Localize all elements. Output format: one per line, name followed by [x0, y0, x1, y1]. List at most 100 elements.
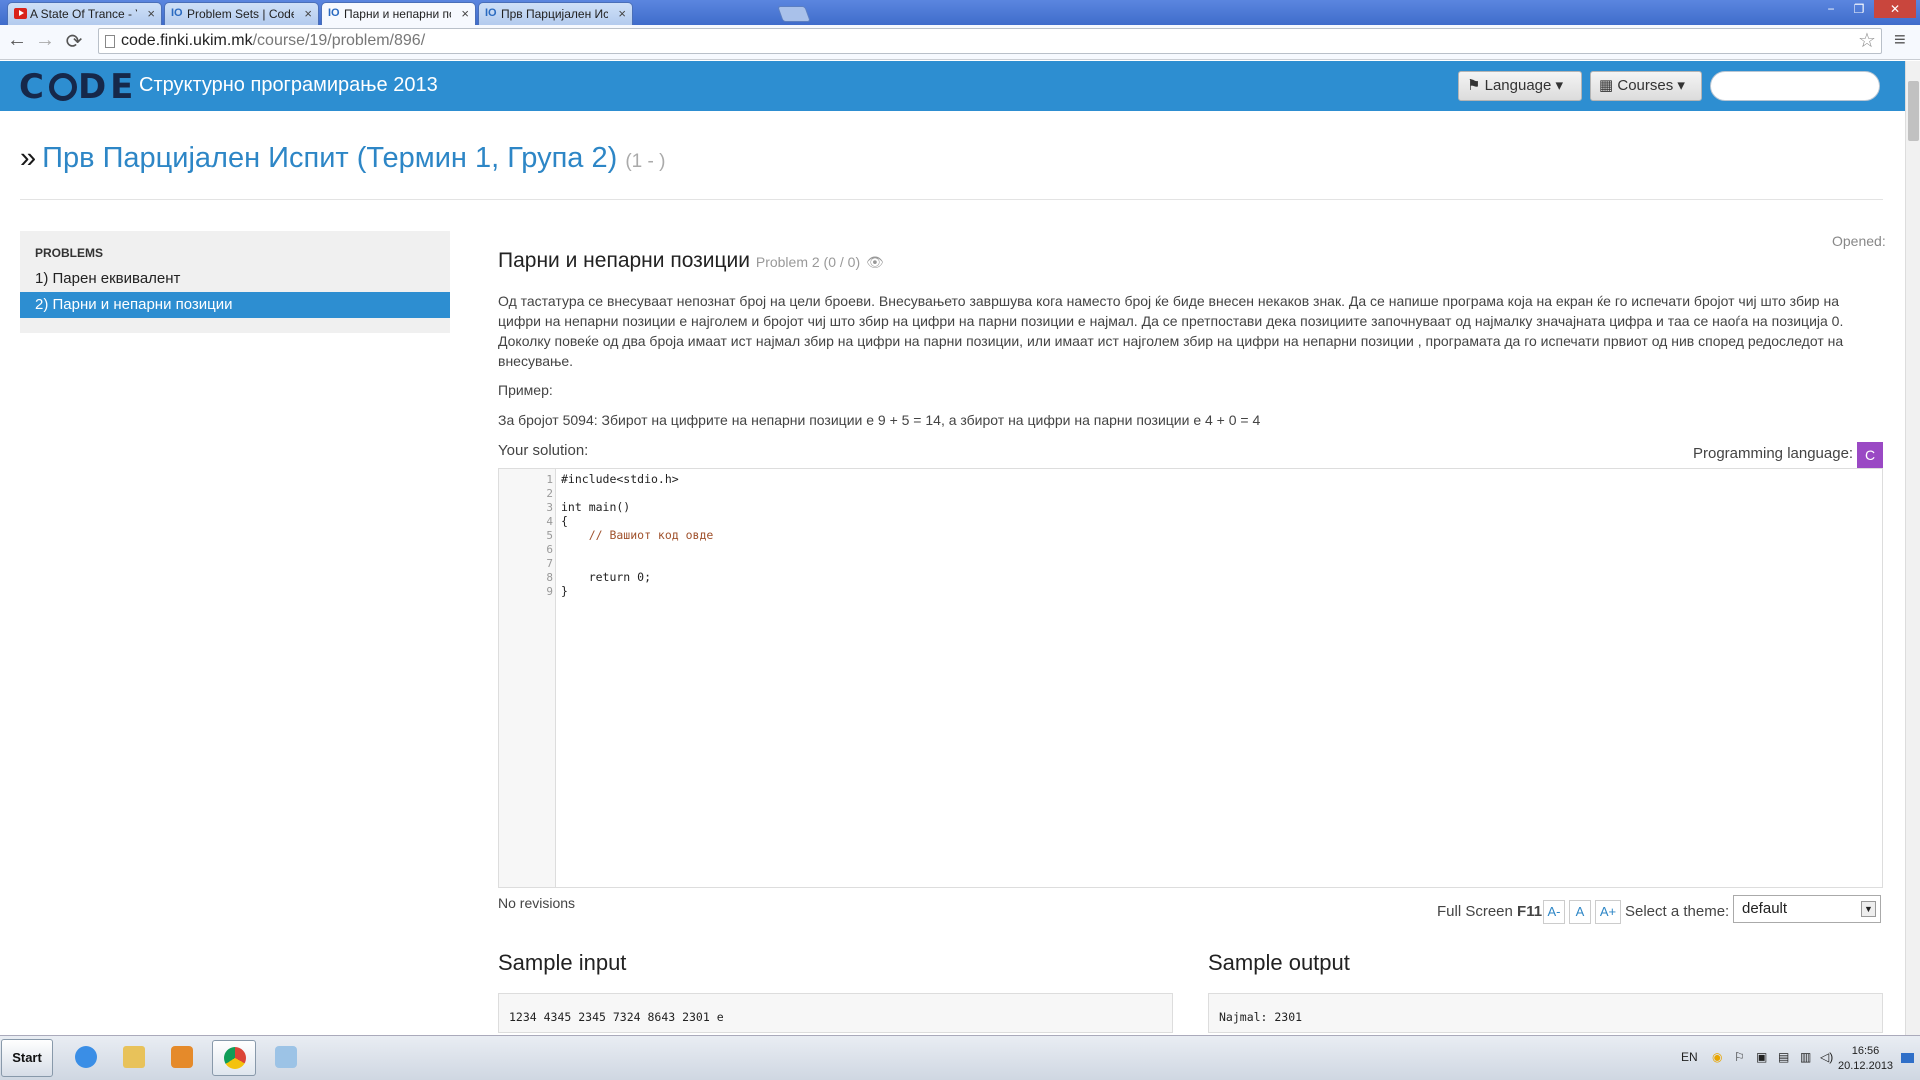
chrome-menu-icon[interactable]: ≡ — [1894, 29, 1906, 52]
theme-value: default — [1742, 900, 1788, 917]
page-title: » Прв Парцијален Испит (Термин 1, Група 2… — [20, 142, 665, 175]
line-number: 2 — [546, 487, 553, 500]
bookmark-star-icon[interactable]: ☆ — [1858, 28, 1876, 53]
logo-text-left: C — [19, 67, 48, 107]
font-reset-button[interactable]: A — [1569, 900, 1591, 924]
chrome-icon[interactable] — [212, 1040, 256, 1076]
sample-input-heading: Sample input — [498, 950, 627, 975]
tab-label: Прв Парцијален Испит ( — [501, 7, 608, 21]
full-screen-key: F11 — [1517, 903, 1543, 920]
code-line[interactable]: { — [561, 514, 568, 528]
keyboard-language-indicator[interactable]: EN — [1681, 1050, 1698, 1064]
browser-toolbar: ← → ⟳ code.finki.ukim.mk/course/19/probl… — [0, 25, 1920, 60]
tray-device-icon[interactable]: ▤ — [1778, 1050, 1789, 1064]
tab-current-problem[interactable]: IO Парни и непарни позици × — [321, 2, 476, 26]
ie-glyph — [75, 1046, 97, 1068]
tab-problem-sets[interactable]: IO Problem Sets | Code × — [164, 2, 319, 25]
network-icon[interactable]: ▣ — [1756, 1050, 1767, 1064]
power-icon[interactable]: ▥ — [1800, 1050, 1811, 1064]
no-revisions-text: No revisions — [498, 895, 576, 911]
example-label: Пример: — [498, 382, 553, 398]
forward-arrow-icon[interactable]: → — [33, 29, 57, 52]
page-scrollbar[interactable] — [1905, 61, 1920, 1035]
code-logo[interactable]: C DE — [19, 67, 137, 107]
language-dropdown[interactable]: ⚑ Language ▾ — [1458, 71, 1582, 101]
start-button[interactable]: Start — [1, 1039, 53, 1077]
language-badge[interactable]: C — [1857, 442, 1883, 468]
chrome-glyph — [224, 1047, 246, 1069]
code-editor[interactable]: 1 2 3 4 5 6 7 8 9 #include<stdio.h> int … — [498, 468, 1883, 888]
show-desktop-button[interactable] — [1898, 1039, 1916, 1077]
exam-subtitle: (1 - ) — [625, 151, 666, 172]
search-input[interactable] — [1710, 71, 1880, 101]
back-arrow-icon[interactable]: ← — [5, 29, 29, 52]
caret-down-icon: ▾ — [1555, 77, 1564, 94]
file-explorer-icon[interactable] — [112, 1040, 156, 1076]
media-player-icon[interactable] — [160, 1040, 204, 1076]
show-desktop-icon — [1901, 1053, 1914, 1063]
sidebar-item-problem-1[interactable]: 1) Парен еквивалент — [20, 266, 450, 292]
restore-button[interactable]: ❐ — [1846, 0, 1872, 18]
opened-label: Opened: — [1832, 233, 1886, 249]
scrollbar-thumb[interactable] — [1908, 81, 1919, 141]
volume-icon[interactable]: ◁) — [1820, 1050, 1833, 1064]
problem-title-text: Парни и непарни позиции — [498, 249, 751, 272]
sidebar-item-problem-2[interactable]: 2) Парни и непарни позиции — [20, 292, 450, 318]
system-clock[interactable]: 16:56 20.12.2013 — [1838, 1044, 1893, 1074]
tray-app-icon[interactable]: ◉ — [1712, 1050, 1722, 1064]
language-label: Language — [1484, 77, 1552, 94]
line-number: 6 — [546, 543, 553, 556]
font-larger-button[interactable]: A+ — [1595, 900, 1621, 924]
url-path: /course/19/problem/896/ — [252, 32, 426, 49]
tab-close-icon[interactable]: × — [461, 6, 469, 21]
line-number: 9 — [546, 585, 553, 598]
eye-icon[interactable]: 👁 — [866, 254, 884, 270]
grid-icon: ▦ — [1599, 77, 1614, 94]
sample-input-box: 1234 4345 2345 7324 8643 2301 e — [498, 993, 1173, 1033]
new-tab-button[interactable] — [777, 6, 811, 22]
select-arrow-icon: ▼ — [1861, 901, 1876, 917]
line-number: 7 — [546, 557, 553, 570]
full-screen-hint: Full Screen F11 — [1437, 903, 1542, 920]
courses-dropdown[interactable]: ▦ Courses ▾ — [1590, 71, 1702, 101]
sample-output-heading: Sample output — [1208, 950, 1350, 975]
tab-close-icon[interactable]: × — [147, 6, 155, 21]
youtube-icon — [14, 8, 27, 19]
tab-exam[interactable]: IO Прв Парцијален Испит ( × — [478, 2, 633, 25]
code-favicon-icon: IO — [171, 7, 183, 19]
programming-language-label: Programming language: — [1693, 445, 1854, 462]
internet-explorer-icon[interactable] — [64, 1040, 108, 1076]
close-window-button[interactable]: ✕ — [1874, 0, 1916, 18]
tab-youtube[interactable]: A State Of Trance - YouTu × — [7, 2, 162, 25]
font-smaller-button[interactable]: A- — [1543, 900, 1565, 924]
sidebar-heading: PROBLEMS — [35, 246, 104, 260]
theme-select[interactable]: default ▼ — [1733, 895, 1881, 923]
problem-title: Парни и непарни позиции Problem 2 (0 / 0… — [498, 249, 884, 273]
code-line[interactable]: return 0; — [561, 570, 651, 584]
full-screen-label: Full Screen — [1437, 903, 1513, 920]
action-center-flag-icon[interactable]: ⚐ — [1734, 1050, 1745, 1064]
minimize-button[interactable]: − — [1818, 0, 1844, 18]
reload-icon[interactable]: ⟳ — [62, 29, 86, 54]
windows-taskbar: Start EN ◉ ⚐ ▣ ▤ ▥ ◁) 16:56 20.12.2013 — [0, 1035, 1920, 1080]
tab-close-icon[interactable]: × — [304, 6, 312, 21]
address-bar[interactable]: code.finki.ukim.mk/course/19/problem/896… — [98, 28, 1882, 54]
problem-meta: Problem 2 (0 / 0) — [755, 254, 861, 270]
tab-close-icon[interactable]: × — [618, 6, 626, 21]
code-favicon-icon: IO — [328, 7, 340, 19]
code-line[interactable]: #include<stdio.h> — [561, 472, 679, 486]
example-text: За бројот 5094: Збирот на цифрите на неп… — [498, 412, 1261, 428]
page-icon — [105, 35, 115, 48]
problems-sidebar: PROBLEMS 1) Парен еквивалент 2) Парни и … — [20, 231, 450, 333]
course-title[interactable]: Структурно програмирање 2013 — [139, 74, 438, 97]
exam-title-link[interactable]: Прв Парцијален Испит (Термин 1, Група 2) — [42, 142, 617, 174]
clock-time: 16:56 — [1851, 1045, 1880, 1057]
url-host: code.finki.ukim.mk — [121, 32, 253, 49]
courses-label: Courses — [1617, 77, 1674, 94]
sample-output-box: Najmal: 2301 Najgolem: 8643 — [1208, 993, 1883, 1033]
your-solution-label: Your solution: — [498, 442, 589, 459]
code-line[interactable]: // Вашиот код овде — [561, 528, 714, 542]
code-line[interactable]: } — [561, 584, 568, 598]
paint-icon[interactable] — [264, 1040, 308, 1076]
code-line[interactable]: int main() — [561, 500, 630, 514]
